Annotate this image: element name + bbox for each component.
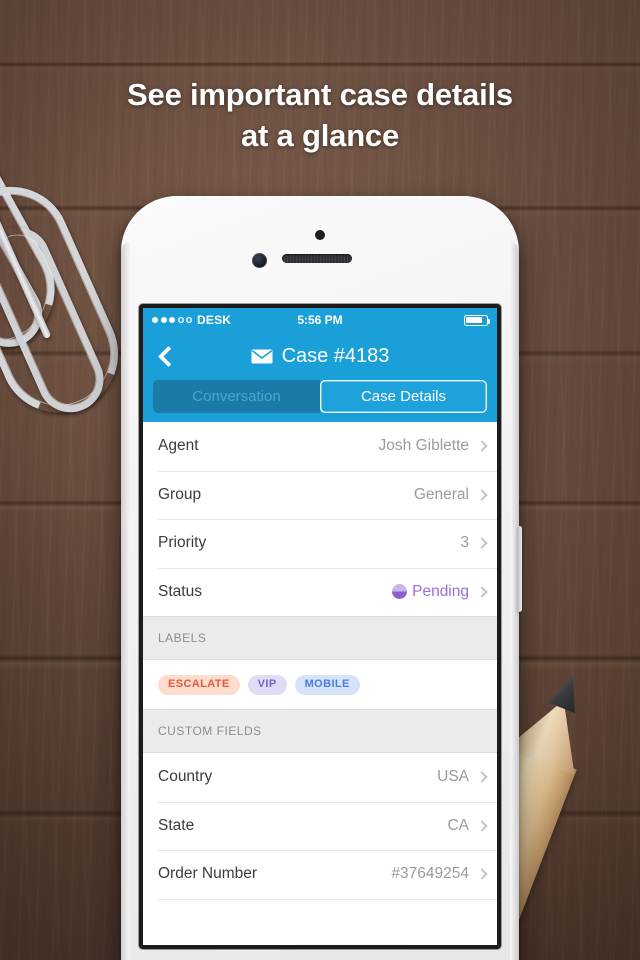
section-header-custom-fields: CUSTOM FIELDS [143, 709, 497, 753]
chevron-right-icon [476, 489, 488, 501]
row-agent-value: Josh Giblette [379, 437, 469, 455]
row-state[interactable]: State CA [143, 801, 497, 850]
tab-case-details[interactable]: Case Details [320, 380, 487, 413]
row-order-number[interactable]: Order Number #37649254 [143, 850, 497, 899]
proximity-sensor-icon [315, 230, 325, 240]
row-country-label: Country [158, 768, 213, 786]
app-screen: DESK 5:56 PM Case #4183 Conversation Cas… [143, 308, 497, 945]
row-group-value-text: General [413, 485, 469, 503]
earpiece-speaker-icon [282, 254, 352, 263]
clock-label: 5:56 PM [297, 313, 343, 327]
section-header-custom-fields-text: CUSTOM FIELDS [158, 724, 262, 738]
row-agent-label: Agent [158, 437, 199, 455]
chevron-right-icon [476, 868, 488, 880]
chevron-right-icon [476, 537, 488, 549]
label-pill-vip[interactable]: VIP [247, 674, 287, 695]
back-button[interactable] [143, 332, 193, 380]
pending-half-circle-icon [392, 584, 408, 600]
phone-left-edge [121, 242, 130, 960]
label-pill-mobile[interactable]: MOBILE [294, 674, 360, 695]
status-bar: DESK 5:56 PM [143, 308, 497, 332]
row-order-number-label: Order Number [158, 865, 258, 883]
promo-headline: See important case details at a glance [0, 74, 640, 156]
screen-bezel: DESK 5:56 PM Case #4183 Conversation Cas… [139, 304, 501, 949]
headline-line-2: at a glance [240, 118, 400, 153]
chevron-right-icon [476, 771, 488, 783]
row-country-value: USA [437, 768, 469, 786]
label-pill-escalate[interactable]: ESCALATE [158, 674, 240, 695]
battery-icon [464, 314, 491, 326]
chevron-right-icon [476, 440, 488, 452]
chevron-left-icon [157, 345, 179, 367]
navigation-bar: Case #4183 [143, 332, 497, 380]
row-priority-value: 3 [460, 534, 469, 552]
row-country[interactable]: Country USA [143, 753, 497, 802]
phone-device: DESK 5:56 PM Case #4183 Conversation Cas… [121, 196, 522, 960]
power-button[interactable] [517, 526, 522, 612]
row-agent-value-text: Josh Giblette [378, 437, 469, 455]
row-state-label: State [158, 816, 195, 834]
page-title: Case #4183 [281, 344, 390, 367]
section-header-labels: LABELS [143, 616, 497, 660]
envelope-icon [251, 349, 273, 364]
tab-bar: Conversation Case Details [143, 380, 497, 422]
labels-pills-row: ESCALATE VIP MOBILE [143, 660, 497, 709]
navigation-title-group: Case #4183 [143, 345, 497, 368]
row-order-number-value-text: #37649254 [391, 865, 469, 883]
section-header-labels-text: LABELS [158, 631, 207, 645]
row-order-number-value: #37649254 [391, 865, 469, 883]
chevron-right-icon [476, 820, 488, 832]
row-status-label: Status [158, 582, 202, 600]
tab-conversation[interactable]: Conversation [153, 380, 320, 413]
row-state-value-text: CA [447, 816, 469, 834]
promo-scene: See important case details at a glance D… [0, 0, 640, 960]
row-group-value: General [414, 486, 469, 504]
row-agent[interactable]: Agent Josh Giblette [143, 422, 497, 471]
list-bottom-separator [143, 898, 497, 921]
front-camera-icon [252, 253, 267, 268]
row-state-value: CA [447, 817, 469, 835]
row-status[interactable]: Status Pending [143, 567, 497, 616]
row-priority-label: Priority [158, 534, 207, 552]
headline-line-1: See important case details [127, 77, 513, 112]
row-country-value-text: USA [437, 768, 469, 786]
row-priority[interactable]: Priority 3 [143, 519, 497, 568]
row-group[interactable]: Group General [143, 470, 497, 519]
tab-case-details-label: Case Details [360, 388, 447, 405]
chevron-right-icon [476, 586, 488, 598]
row-priority-value-text: 3 [460, 534, 469, 552]
row-status-value-text: Pending [412, 582, 469, 600]
row-status-value: Pending [392, 583, 469, 601]
tab-conversation-label: Conversation [192, 388, 281, 405]
case-details-list: Agent Josh Giblette Group General Priori… [143, 422, 497, 921]
row-group-label: Group [158, 485, 202, 503]
